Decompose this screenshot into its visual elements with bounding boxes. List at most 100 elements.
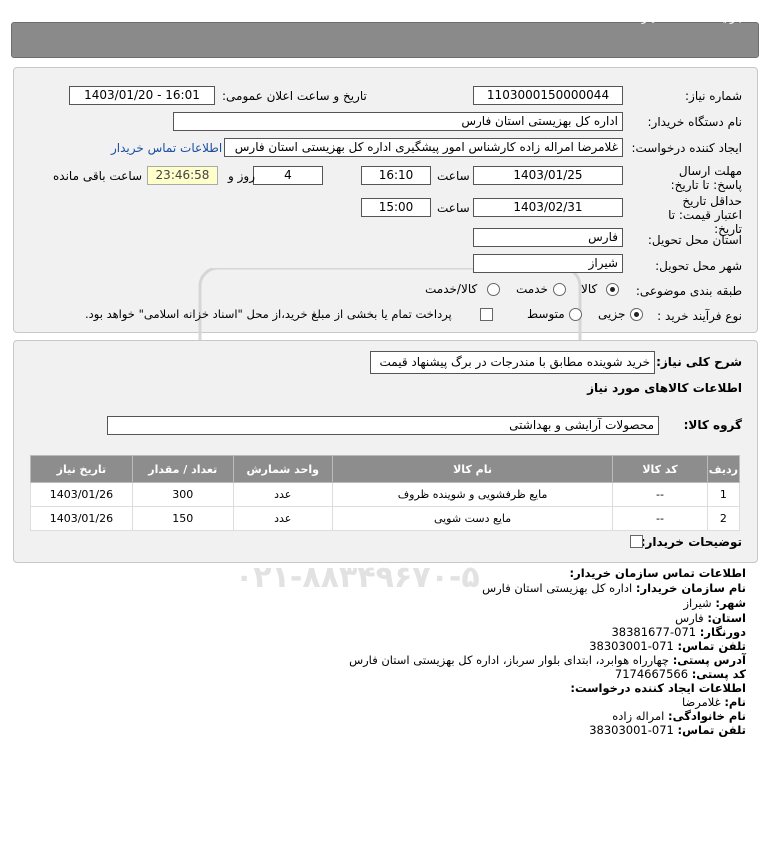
contact-phone-label: تلفن تماس:	[677, 639, 746, 653]
contact-province: فارس	[675, 611, 704, 625]
col-quantity: تعداد / مقدار	[131, 455, 234, 483]
reply-days-label: روز و	[228, 169, 255, 183]
purchase-option-minor: جزیی	[598, 307, 626, 321]
goods-table: ردیف کد کالا نام کالا واحد شمارش تعداد /…	[30, 455, 741, 531]
goods-group-field: محصولات آرایشی و بهداشتی	[107, 416, 659, 435]
creator-last-name: امراله زاده	[612, 709, 665, 723]
creator-phone-row: تلفن تماس: 071-38303001	[589, 723, 746, 737]
creator-first-name: غلامرضا	[682, 695, 721, 709]
treasury-bond-note: پرداخت تمام یا بخشی از مبلغ خرید،از محل …	[85, 307, 452, 321]
creator-phone-label: تلفن تماس:	[677, 723, 746, 737]
category-radio-service[interactable]	[553, 283, 566, 296]
creator-last-name-label: نام خانوادگی:	[668, 709, 746, 723]
goods-quantity: 150	[131, 506, 234, 531]
col-row: ردیف	[706, 455, 741, 483]
contact-phone-row: تلفن تماس: 071-38303001	[589, 639, 746, 653]
buyer-notes-checkbox[interactable]	[630, 535, 643, 548]
contact-fax-row: دورنگار: 071-38381677	[611, 625, 746, 639]
price-validity-label: حداقل تاریخ اعتبار قیمت: تا تاریخ:	[668, 194, 742, 236]
reply-deadline-date: 1403/01/25	[473, 166, 623, 185]
need-number-label: شماره نیاز:	[685, 89, 742, 103]
price-validity-date: 1403/02/31	[473, 198, 623, 217]
requester-field: غلامرضا امراله زاده کارشناس امور پیشگیری…	[224, 138, 623, 157]
reply-deadline-time-label: ساعت	[437, 169, 470, 183]
category-option-goods-service: کالا/خدمت	[425, 282, 478, 296]
price-validity-time-label: ساعت	[437, 201, 470, 215]
goods-unit: عدد	[232, 506, 333, 531]
purchase-radio-minor[interactable]	[630, 308, 643, 321]
contact-city-label: شهر:	[715, 596, 746, 610]
remaining-time-label: ساعت باقی مانده	[53, 169, 143, 183]
contact-city-row: شهر: شیراز	[683, 596, 746, 610]
creator-last-name-row: نام خانوادگی: امراله زاده	[612, 709, 746, 723]
creator-first-name-label: نام:	[724, 695, 746, 709]
need-number-field: 1103000150000044	[473, 86, 623, 105]
row-number: 1	[706, 482, 741, 507]
buyer-contact-link[interactable]: اطلاعات تماس خریدار	[111, 141, 222, 155]
purchase-radio-medium[interactable]	[569, 308, 582, 321]
category-option-service: خدمت	[516, 282, 548, 296]
creator-first-name-row: نام: غلامرضا	[682, 695, 746, 709]
contact-address: چهارراه هوابرد، ابتدای بلوار سرباز، ادار…	[349, 653, 670, 667]
remaining-time-field: 23:46:58	[147, 166, 218, 185]
category-option-goods: کالا	[581, 282, 598, 296]
contact-address-row: آدرس پستی: چهارراه هوابرد، ابتدای بلوار …	[349, 653, 746, 667]
contact-province-label: استان:	[707, 611, 746, 625]
delivery-city-label: شهر محل تحویل:	[655, 259, 742, 273]
buyer-org-label: نام دستگاه خریدار:	[647, 115, 743, 129]
contact-province-row: استان: فارس	[675, 611, 746, 625]
purchase-option-medium: متوسط	[527, 307, 565, 321]
contact-city: شیراز	[683, 596, 712, 610]
contact-postal-label: کد پستی:	[691, 667, 746, 681]
delivery-province-label: استان محل تحویل:	[647, 233, 742, 247]
delivery-city-field: شیراز	[473, 254, 623, 273]
contact-postal-row: کد پستی: 7174667566	[615, 667, 746, 681]
goods-unit: عدد	[232, 482, 333, 507]
contact-org-name: اداره کل بهزیستی استان فارس	[482, 581, 633, 595]
goods-group-label: گروه کالا:	[683, 418, 742, 432]
contact-org-name-row: نام سازمان خریدار: اداره کل بهزیستی استا…	[482, 581, 746, 595]
treasury-bond-checkbox[interactable]	[480, 308, 493, 321]
row-number: 2	[706, 506, 741, 531]
goods-section-title: اطلاعات کالاهای مورد نیاز	[587, 381, 742, 395]
col-code: کد کالا	[612, 455, 708, 483]
goods-need-date: 1403/01/26	[30, 482, 133, 507]
buyer-org-field: اداره کل بهزیستی استان فارس	[173, 112, 623, 131]
watermark-line2: ۰۲۱-۸۸۳۴۹۶۷۰-۵	[235, 560, 480, 595]
col-unit: واحد شمارش	[232, 455, 333, 483]
announce-datetime-label: تاریخ و ساعت اعلان عمومی:	[222, 89, 367, 103]
goods-code: --	[612, 506, 708, 531]
contact-postal: 7174667566	[614, 667, 689, 681]
description-label: شرح کلی نیاز:	[656, 355, 742, 369]
purchase-type-label: نوع فرآیند خرید :	[657, 309, 742, 323]
goods-name: مایع دست شویی	[331, 506, 614, 531]
goods-table-header: ردیف کد کالا نام کالا واحد شمارش تعداد /…	[30, 455, 741, 483]
buyer-notes-label: توضیحات خریدار:	[640, 535, 742, 549]
col-name: نام کالا	[331, 455, 614, 483]
goods-quantity: 300	[131, 482, 234, 507]
page-title: جزئیات اطلاعات نیاز	[641, 10, 744, 24]
description-field: خرید شوینده مطابق با مندرجات در برگ پیشن…	[370, 351, 655, 374]
table-row: 2 -- مایع دست شویی عدد 150 1403/01/26	[30, 506, 741, 531]
contact-address-label: آدرس پستی:	[672, 653, 746, 667]
goods-need-date: 1403/01/26	[30, 506, 133, 531]
reply-deadline-label: مهلت ارسال پاسخ: تا تاریخ:	[670, 164, 742, 192]
contact-org-title: اطلاعات تماس سازمان خریدار:	[569, 566, 746, 580]
announce-datetime-field: 1403/01/20 - 16:01	[69, 86, 215, 105]
contact-org-name-label: نام سازمان خریدار:	[635, 581, 746, 595]
contact-fax-label: دورنگار:	[699, 625, 746, 639]
price-validity-time: 15:00	[361, 198, 431, 217]
goods-name: مایع ظرفشویی و شوینده ظروف	[331, 482, 614, 507]
table-row: 1 -- مایع ظرفشویی و شوینده ظروف عدد 300 …	[30, 482, 741, 507]
requester-label: ایجاد کننده درخواست:	[631, 141, 742, 155]
category-radio-goods[interactable]	[606, 283, 619, 296]
category-radio-goods-service[interactable]	[487, 283, 500, 296]
creator-phone: 071-38303001	[589, 723, 674, 737]
page-header	[11, 22, 759, 58]
category-label: طبقه بندی موضوعی:	[635, 284, 742, 298]
contact-phone: 071-38303001	[589, 639, 674, 653]
col-need-date: تاریخ نیاز	[30, 455, 133, 483]
delivery-province-field: فارس	[473, 228, 623, 247]
goods-code: --	[612, 482, 708, 507]
reply-days-field: 4	[253, 166, 323, 185]
